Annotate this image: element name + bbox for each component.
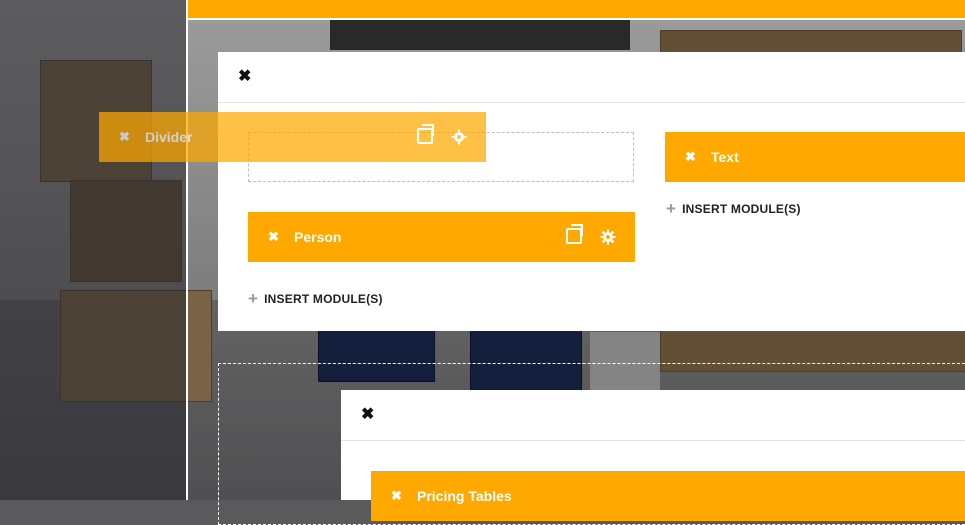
module-label: Person	[294, 229, 342, 245]
close-icon[interactable]: ✖	[685, 149, 696, 165]
module-person[interactable]: ✖ Person	[248, 212, 635, 262]
dragging-module-divider[interactable]: ✖ Divider	[99, 112, 486, 162]
settings-gear-icon[interactable]	[600, 229, 616, 245]
plus-icon: +	[248, 289, 259, 308]
close-icon[interactable]: ✖	[391, 488, 402, 504]
duplicate-icon[interactable]	[417, 124, 434, 144]
module-label: Pricing Tables	[417, 488, 512, 504]
duplicate-icon[interactable]	[566, 224, 583, 244]
module-pricing-tables[interactable]: ✖ Pricing Tables	[371, 471, 965, 521]
close-icon[interactable]: ✖	[119, 129, 130, 145]
plus-icon: +	[666, 199, 677, 218]
insert-modules-button[interactable]: + INSERT MODULE(S)	[666, 199, 801, 219]
row-settings-panel: ✖ ✖ Person + INSERT MODULE(S) ✖ Text + INS…	[218, 52, 965, 331]
module-text[interactable]: ✖ Text	[665, 132, 965, 182]
insert-modules-label: INSERT MODULE(S)	[682, 202, 801, 216]
module-label: Text	[711, 149, 739, 165]
panel-header: ✖	[218, 52, 965, 103]
section-header-divider	[188, 18, 965, 20]
section-header-bar[interactable]	[188, 0, 965, 18]
column-guide-line	[186, 0, 188, 500]
lower-row-panel: ✖ ✖ Pricing Tables	[341, 390, 965, 521]
insert-modules-button[interactable]: + INSERT MODULE(S)	[248, 289, 383, 309]
insert-modules-label: INSERT MODULE(S)	[264, 292, 383, 306]
close-icon[interactable]: ✖	[238, 69, 251, 85]
close-icon[interactable]: ✖	[268, 229, 279, 245]
settings-gear-icon[interactable]	[451, 129, 467, 145]
panel-header: ✖	[341, 390, 965, 441]
close-icon[interactable]: ✖	[361, 407, 374, 423]
module-label: Divider	[145, 129, 193, 145]
